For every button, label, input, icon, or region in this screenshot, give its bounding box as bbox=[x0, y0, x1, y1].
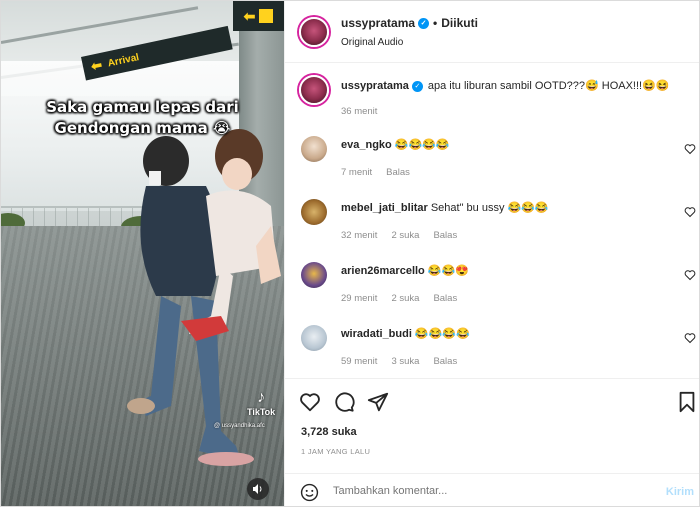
caption-comment-text-row: ussypratama ✓ apa itu liburan sambil OOTD?… bbox=[341, 79, 670, 92]
tiktok-logo-icon: ♪ bbox=[257, 389, 266, 406]
post-comment-button[interactable]: Kirim bbox=[666, 486, 694, 498]
reply-button[interactable]: Balas bbox=[433, 230, 457, 241]
reply-button[interactable]: Balas bbox=[433, 356, 457, 367]
like-comment-heart-icon[interactable] bbox=[684, 269, 696, 281]
comment-username[interactable]: arien26marcello bbox=[341, 265, 425, 277]
comments-list: ussypratama ✓ apa itu liburan sambil OOTD?… bbox=[285, 63, 699, 378]
comment-likes[interactable]: 2 suka bbox=[391, 293, 419, 304]
post-actions: 3,728 suka 1 JAM YANG LALU bbox=[285, 378, 699, 468]
bookmark-icon[interactable] bbox=[676, 391, 698, 413]
post-details-panel: ussypratama ✓ • Diikuti Original Audio ussy… bbox=[284, 1, 699, 506]
sign-symbol bbox=[259, 9, 274, 23]
like-comment-heart-icon[interactable] bbox=[684, 332, 696, 344]
comment-username[interactable]: ussypratama bbox=[341, 80, 409, 92]
comment-row: eva_ngko 😂😂😂😂 7 menit Balas bbox=[285, 136, 699, 196]
comment-bubble-icon[interactable] bbox=[333, 391, 355, 413]
comment-username[interactable]: mebel_jati_blitar bbox=[341, 202, 428, 214]
commenter-avatar[interactable] bbox=[301, 136, 327, 162]
arrival-sign-text: Arrival bbox=[106, 51, 140, 69]
like-comment-heart-icon[interactable] bbox=[684, 206, 696, 218]
speaker-glyph bbox=[253, 484, 262, 494]
comment-time[interactable]: 29 menit bbox=[341, 293, 377, 304]
author-avatar[interactable] bbox=[299, 75, 329, 105]
comment-username[interactable]: wiradati_budi bbox=[341, 328, 412, 340]
like-count[interactable]: 3,728 suka bbox=[301, 426, 357, 438]
comment-likes[interactable]: 3 suka bbox=[391, 356, 419, 367]
comment-input[interactable] bbox=[333, 485, 633, 497]
caption-line-1: Saka gamau lepas dari bbox=[46, 98, 239, 116]
comment-time[interactable]: 32 menit bbox=[341, 230, 377, 241]
post-author-username[interactable]: ussypratama bbox=[341, 16, 415, 30]
verified-badge-icon: ✓ bbox=[418, 18, 430, 30]
post-video[interactable]: ⬅ Arrival ⬅ Saka gamau lepas dari Gendon… bbox=[1, 1, 284, 506]
speaker-icon[interactable] bbox=[247, 478, 269, 500]
tiktok-handle: @ ussyandhika.afc bbox=[214, 423, 265, 429]
reply-button[interactable]: Balas bbox=[386, 167, 410, 178]
audio-label[interactable]: Original Audio bbox=[341, 37, 403, 48]
comment-row: wiradati_budi 😂😂😂😂 59 menit 3 suka Balas bbox=[285, 325, 699, 378]
comment-likes[interactable]: 2 suka bbox=[391, 230, 419, 241]
comment-composer: Kirim bbox=[285, 473, 699, 506]
commenter-avatar[interactable] bbox=[301, 325, 327, 351]
post-author-row: ussypratama ✓ • Diikuti bbox=[341, 16, 478, 30]
comment-row: arien26marcello 😂😂😍 29 menit 2 suka Balas bbox=[285, 262, 699, 322]
commenter-avatar[interactable] bbox=[301, 262, 327, 288]
post-timestamp[interactable]: 1 JAM YANG LALU bbox=[301, 447, 370, 456]
follow-status[interactable]: Diikuti bbox=[441, 16, 478, 30]
comment-time[interactable]: 36 menit bbox=[341, 106, 377, 117]
caption-comment: ussypratama ✓ apa itu liburan sambil OOTD?… bbox=[285, 63, 699, 125]
comment-time[interactable]: 59 menit bbox=[341, 356, 377, 367]
like-comment-heart-icon[interactable] bbox=[684, 143, 696, 155]
caption-line-2: Gendongan mama 😭 bbox=[54, 119, 231, 137]
commenter-avatar[interactable] bbox=[301, 199, 327, 225]
arrow-left-icon: ⬅ bbox=[243, 7, 256, 24]
video-caption: Saka gamau lepas dari Gendongan mama 😭 bbox=[1, 97, 284, 139]
reply-button[interactable]: Balas bbox=[433, 293, 457, 304]
comment-meta: 36 menit bbox=[341, 106, 391, 117]
comment-username[interactable]: eva_ngko bbox=[341, 139, 392, 151]
post-header: ussypratama ✓ • Diikuti Original Audio bbox=[285, 1, 699, 63]
like-heart-icon[interactable] bbox=[299, 391, 321, 413]
tiktok-label: TikTok bbox=[247, 407, 276, 417]
author-avatar[interactable] bbox=[299, 17, 329, 47]
comment-text: 😂😂😂😂 bbox=[394, 139, 450, 151]
comment-text: 😂😂😍 bbox=[427, 265, 469, 277]
comment-row: mebel_jati_blitar Sehat" bu ussy 😂😂😂 32 m… bbox=[285, 199, 699, 259]
arrow-left-icon: ⬅ bbox=[89, 56, 104, 74]
comment-text: 😂😂😂😂 bbox=[414, 328, 470, 340]
direction-sign: ⬅ bbox=[233, 1, 284, 31]
verified-badge-icon: ✓ bbox=[411, 80, 423, 92]
instagram-post-window: ⬅ Arrival ⬅ Saka gamau lepas dari Gendon… bbox=[0, 0, 700, 507]
emoji-smiley-icon[interactable] bbox=[300, 483, 319, 502]
tiktok-watermark: ♪ TikTok bbox=[247, 389, 275, 417]
comment-time[interactable]: 7 menit bbox=[341, 167, 372, 178]
comment-text: apa itu liburan sambil OOTD???😅 HOAX!!!😆… bbox=[427, 80, 670, 92]
share-send-icon[interactable] bbox=[367, 391, 389, 413]
comment-text: Sehat" bu ussy 😂😂😂 bbox=[430, 202, 549, 214]
separator-dot: • bbox=[433, 16, 438, 30]
